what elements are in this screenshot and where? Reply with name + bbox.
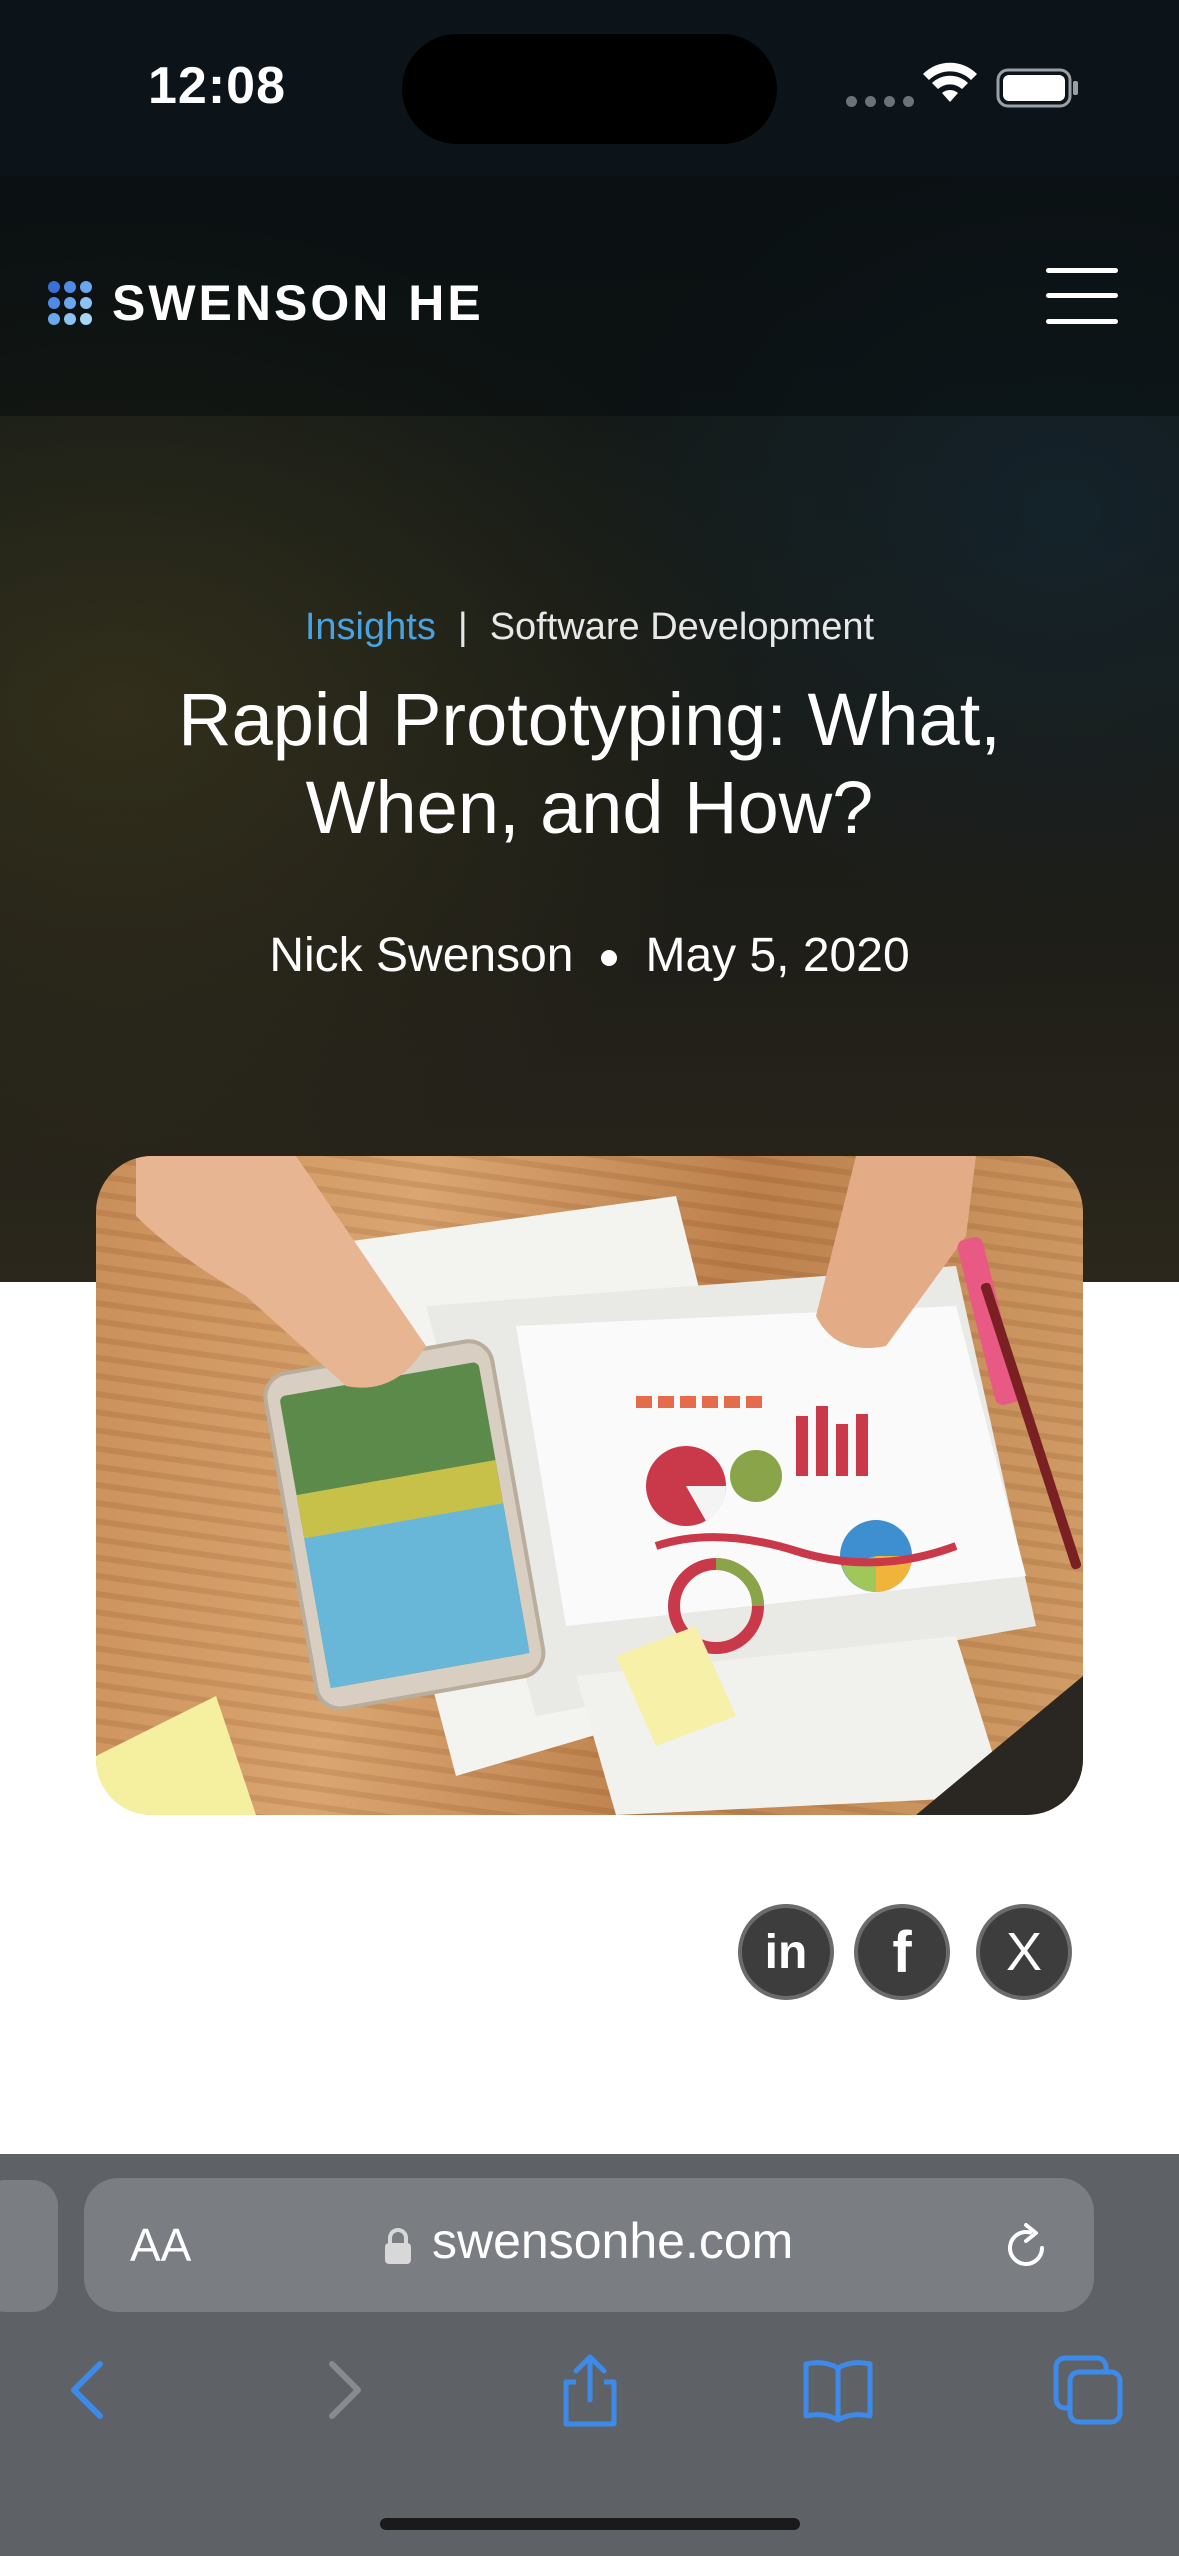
facebook-icon: f [892,1919,912,1985]
linkedin-icon: in [764,1925,808,1979]
text-size-button[interactable]: AA [130,2218,191,2272]
article-body-clipped [96,2136,1083,2156]
battery-icon [996,68,1078,108]
lock-icon [385,2228,411,2264]
author-name: Nick Swenson [269,929,574,982]
forward-arrow-icon[interactable] [304,2352,380,2428]
logo-mark-icon [48,281,92,325]
site-logo[interactable]: SWENSON HE [48,274,484,332]
wifi-icon [923,62,977,102]
article-hero-image [96,1156,1083,1815]
logo-text: SWENSON HE [112,275,484,331]
dynamic-island [402,34,777,144]
site-header: SWENSON HE [0,176,1179,416]
breadcrumb-separator: | [457,606,468,648]
tabs-icon[interactable] [1050,2352,1126,2428]
cellular-signal-icon [846,96,914,107]
status-bar: 12:08 [0,0,1179,176]
publish-date: May 5, 2020 [645,929,910,982]
hamburger-menu-button[interactable] [1046,268,1118,324]
share-facebook-button[interactable]: f [854,1904,950,2000]
breadcrumb: Insights | Software Development [0,606,1179,649]
desk-photo-illustration [96,1156,1083,1815]
back-arrow-icon[interactable] [52,2352,128,2428]
x-icon: X [1005,1922,1043,1982]
subcategory-label: Software Development [489,606,875,648]
url-text[interactable]: swensonhe.com [432,2212,793,2270]
share-linkedin-button[interactable]: in [738,1904,834,2000]
article-byline: Nick Swenson May 5, 2020 [0,928,1179,983]
previous-tab-peek[interactable] [0,2180,58,2312]
share-icon[interactable] [552,2352,628,2428]
article-title: Rapid Prototyping: What, When, and How? [178,678,1001,849]
home-indicator [380,2518,800,2530]
category-link-insights[interactable]: Insights [305,606,436,648]
byline-dot [601,950,618,967]
bookmarks-icon[interactable] [800,2352,876,2428]
share-x-button[interactable]: X [976,1904,1072,2000]
text-size-label: AA [130,2219,192,2271]
reload-icon[interactable] [998,2220,1054,2276]
status-time: 12:08 [148,57,286,115]
